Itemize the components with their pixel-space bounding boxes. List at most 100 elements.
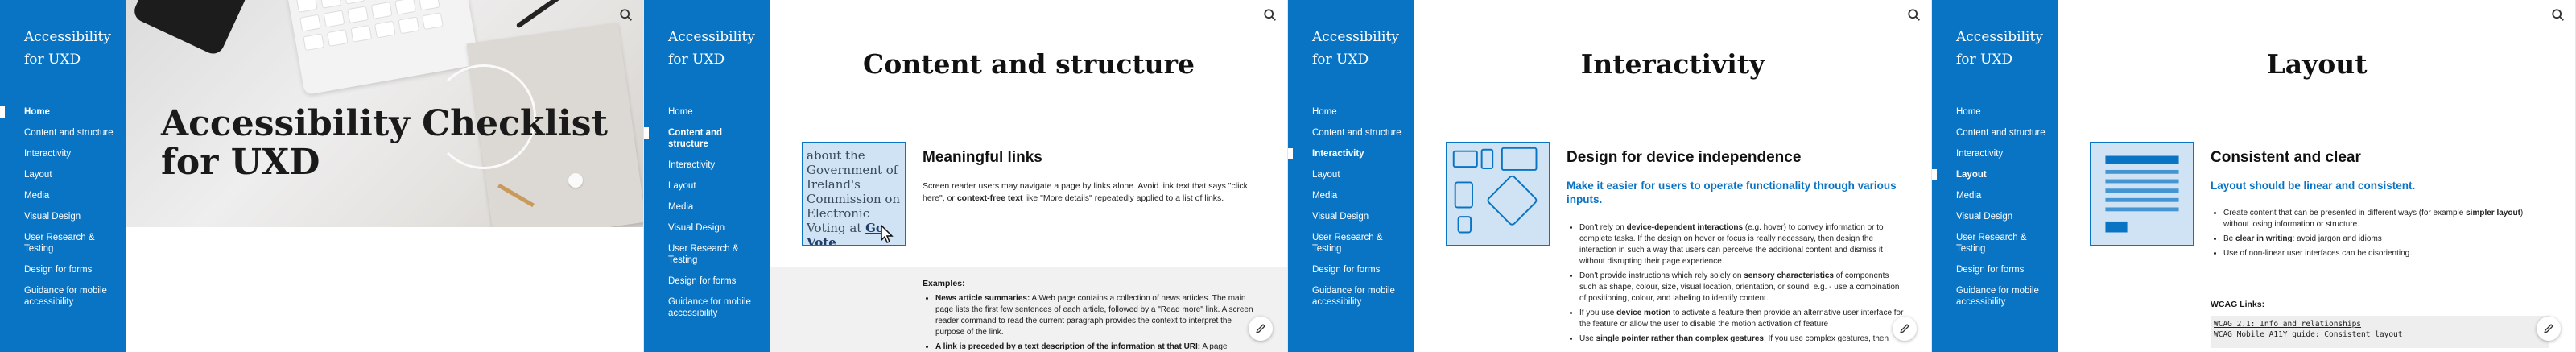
sidebar-item-visual-design[interactable]: Visual Design bbox=[1288, 206, 1414, 227]
sidebar-item-content-and-structure[interactable]: Content and structure bbox=[1932, 122, 2058, 143]
sidebar-item-design-for-forms[interactable]: Design for forms bbox=[1932, 259, 2058, 280]
body-tail: like "More details" repeatedly applied t… bbox=[1025, 193, 1224, 203]
sidebar-item-media[interactable]: Media bbox=[1932, 185, 2058, 206]
brand-title[interactable]: Accessibility for UXD bbox=[1932, 26, 2045, 71]
sidebar-item-interactivity[interactable]: Interactivity bbox=[1288, 143, 1414, 164]
devices-icon bbox=[1452, 147, 1538, 234]
example-title: News article summaries: bbox=[935, 294, 1030, 303]
sidebar-item-layout[interactable]: Layout bbox=[1288, 164, 1414, 185]
section-lead: Layout should be linear and consistent. bbox=[2211, 180, 2416, 192]
examples-list: News article summaries: A Web page conta… bbox=[935, 293, 1257, 352]
bullet-text: Create content that can be presented in … bbox=[2223, 209, 2464, 217]
sidebar-item-home[interactable]: Home bbox=[644, 101, 770, 122]
sidebar-nav: Home Content and structure Interactivity… bbox=[0, 101, 126, 313]
bullet-text: Don't provide instructions which rely so… bbox=[1579, 271, 1742, 280]
wcag-link-consistent-layout[interactable]: WCAG Mobile A11Y guide: Consistent layou… bbox=[2214, 329, 2545, 340]
sidebar-item-user-research[interactable]: User Research & Testing bbox=[0, 227, 126, 259]
sidebar: Accessibility for UXD Home Content and s… bbox=[1932, 0, 2058, 352]
sidebar-item-mobile-guidance[interactable]: Guidance for mobile accessibility bbox=[644, 292, 770, 324]
search-icon[interactable] bbox=[619, 8, 634, 23]
examples-label: Examples: bbox=[923, 279, 965, 288]
devices-illustration bbox=[1446, 142, 1550, 246]
screenshot-strip: Accessibility for UXD Home Content and s… bbox=[0, 0, 2576, 352]
bullet-text: : avoid jargon and idioms bbox=[2292, 234, 2382, 243]
edit-button[interactable] bbox=[1893, 317, 1917, 341]
sidebar-item-interactivity[interactable]: Interactivity bbox=[644, 155, 770, 176]
sidebar-item-home[interactable]: Home bbox=[1932, 101, 2058, 122]
sidebar-item-design-for-forms[interactable]: Design for forms bbox=[1288, 259, 1414, 280]
example-title: A link is preceded by a text description… bbox=[935, 342, 1201, 351]
guidance-list: Create content that can be presented in … bbox=[2211, 208, 2549, 263]
sidebar-item-media[interactable]: Media bbox=[1288, 185, 1414, 206]
bullet-text: If you use bbox=[1579, 309, 1615, 317]
sidebar-item-mobile-guidance[interactable]: Guidance for mobile accessibility bbox=[0, 280, 126, 313]
sidebar-item-user-research[interactable]: User Research & Testing bbox=[1932, 227, 2058, 259]
sidebar-item-media[interactable]: Media bbox=[644, 197, 770, 217]
edit-button[interactable] bbox=[1249, 317, 1273, 341]
edit-button[interactable] bbox=[2537, 317, 2561, 341]
panel-layout: Accessibility for UXD Home Content and s… bbox=[1932, 0, 2576, 352]
search-icon[interactable] bbox=[2551, 8, 2566, 23]
example-text: A page bbox=[1202, 342, 1228, 351]
sidebar-item-design-for-forms[interactable]: Design for forms bbox=[644, 271, 770, 292]
panel-interactivity: Accessibility for UXD Home Content and s… bbox=[1288, 0, 1932, 352]
bullet-text: : If you use complex gestures, then bbox=[1763, 334, 1889, 343]
page-title: Interactivity bbox=[1580, 48, 1765, 80]
sidebar-item-user-research[interactable]: User Research & Testing bbox=[644, 238, 770, 271]
bullet-text: Don't rely on bbox=[1579, 223, 1624, 232]
section-title: Meaningful links bbox=[923, 149, 1042, 166]
layout-illustration bbox=[2090, 142, 2194, 246]
page-title: Layout bbox=[2266, 48, 2368, 80]
list-item: News article summaries: A Web page conta… bbox=[935, 293, 1257, 338]
sidebar-item-home[interactable]: Home bbox=[1288, 101, 1414, 122]
brand-title[interactable]: Accessibility for UXD bbox=[644, 26, 757, 71]
list-item: If you use device motion to activate a f… bbox=[1579, 308, 1905, 330]
wcag-link-info-relationships[interactable]: WCAG 2.1: Info and relationships bbox=[2214, 319, 2545, 329]
sidebar-nav: Home Content and structure Interactivity… bbox=[644, 101, 770, 324]
hero-pen-image bbox=[515, 0, 565, 29]
sidebar-item-design-for-forms[interactable]: Design for forms bbox=[0, 259, 126, 280]
sidebar-item-layout[interactable]: Layout bbox=[1932, 164, 2058, 185]
brand-title[interactable]: Accessibility for UXD bbox=[1288, 26, 1401, 71]
sidebar-item-content-and-structure[interactable]: Content and structure bbox=[0, 122, 126, 143]
sidebar-item-layout[interactable]: Layout bbox=[644, 176, 770, 197]
list-item: A link is preceded by a text description… bbox=[935, 342, 1257, 352]
sidebar-item-content-and-structure[interactable]: Content and structure bbox=[644, 122, 770, 155]
sidebar-item-layout[interactable]: Layout bbox=[0, 164, 126, 185]
page-title: Content and structure bbox=[862, 48, 1195, 80]
sidebar-item-mobile-guidance[interactable]: Guidance for mobile accessibility bbox=[1288, 280, 1414, 313]
sidebar-item-content-and-structure[interactable]: Content and structure bbox=[1288, 122, 1414, 143]
hero-banner: Accessibility Checklist for UXD bbox=[126, 0, 643, 227]
bullet-bold: device-dependent interactions bbox=[1626, 223, 1744, 232]
bullet-text: Be bbox=[2223, 234, 2234, 243]
sidebar-item-visual-design[interactable]: Visual Design bbox=[0, 206, 126, 227]
list-item: Be clear in writing: avoid jargon and id… bbox=[2223, 234, 2549, 245]
search-icon[interactable] bbox=[1263, 8, 1278, 23]
sidebar-item-interactivity[interactable]: Interactivity bbox=[1932, 143, 2058, 164]
sidebar-item-visual-design[interactable]: Visual Design bbox=[1932, 206, 2058, 227]
hero-title: Accessibility Checklist for UXD bbox=[161, 103, 608, 183]
meaningful-links-illustration: about the Government of Ireland's Commis… bbox=[802, 142, 906, 246]
sidebar-item-media[interactable]: Media bbox=[0, 185, 126, 206]
sidebar-item-home[interactable]: Home bbox=[0, 101, 126, 122]
list-item: Don't rely on device-dependent interacti… bbox=[1579, 222, 1905, 267]
list-item: Don't provide instructions which rely so… bbox=[1579, 271, 1905, 304]
wcag-links-box: WCAG 2.1: Info and relationships WCAG Mo… bbox=[2211, 316, 2549, 348]
sidebar-item-mobile-guidance[interactable]: Guidance for mobile accessibility bbox=[1932, 280, 2058, 313]
wcag-links-label: WCAG Links: bbox=[2211, 300, 2265, 309]
bullet-text: Use of non-linear user interfaces can be… bbox=[2223, 249, 2413, 258]
bullet-bold: sensory characteristics bbox=[1744, 271, 1834, 280]
sidebar-nav: Home Content and structure Interactivity… bbox=[1288, 101, 1414, 313]
guidance-list: Don't rely on device-dependent interacti… bbox=[1567, 222, 1905, 348]
sidebar-item-interactivity[interactable]: Interactivity bbox=[0, 143, 126, 164]
sidebar-item-user-research[interactable]: User Research & Testing bbox=[1288, 227, 1414, 259]
sidebar-item-visual-design[interactable]: Visual Design bbox=[644, 217, 770, 238]
bullet-bold: device motion bbox=[1616, 309, 1671, 317]
section-lead: Make it easier for users to operate func… bbox=[1567, 180, 1897, 205]
panel-content-and-structure: Accessibility for UXD Home Content and s… bbox=[644, 0, 1288, 352]
brand-title[interactable]: Accessibility for UXD bbox=[0, 26, 113, 71]
search-icon[interactable] bbox=[1907, 8, 1922, 23]
list-item: Create content that can be presented in … bbox=[2223, 208, 2549, 230]
pointer-cursor-icon bbox=[881, 224, 894, 243]
pencil-icon bbox=[2543, 324, 2553, 334]
